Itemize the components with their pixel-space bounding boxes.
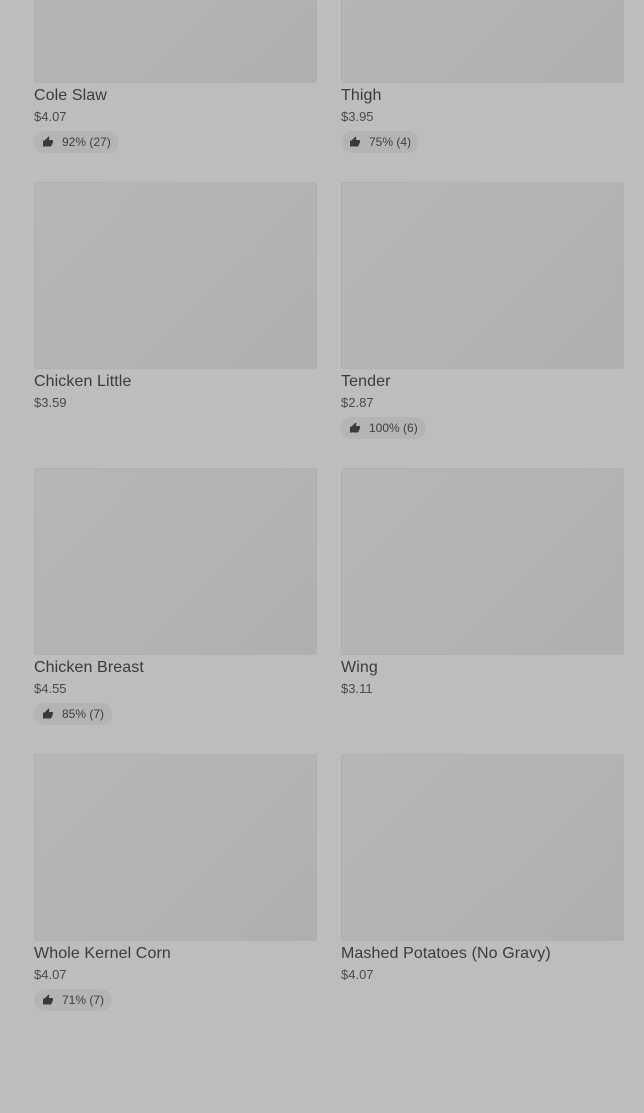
- thumbs-up-icon: [350, 136, 360, 147]
- rating-text: 92% (27): [62, 135, 111, 149]
- menu-item-name: Tender: [341, 373, 391, 390]
- rating-badge: 92% (27): [34, 131, 119, 153]
- menu-item-image[interactable]: [34, 468, 317, 655]
- menu-item-image[interactable]: [341, 182, 624, 369]
- menu-item-price: $4.07: [34, 967, 67, 982]
- menu-item-card[interactable]: Wing $3.11: [341, 468, 624, 754]
- menu-item-price: $3.11: [341, 681, 373, 696]
- rating-text: 75% (4): [369, 135, 412, 149]
- menu-item-name: Cole Slaw: [34, 87, 107, 104]
- menu-item-name: Thigh: [341, 87, 382, 104]
- menu-item-price: $4.07: [34, 109, 67, 124]
- menu-item-name: Mashed Potatoes (No Gravy): [341, 945, 551, 962]
- menu-item-card[interactable]: Chicken Breast $4.55 85% (7): [34, 468, 317, 754]
- rating-badge: 85% (7): [34, 703, 113, 725]
- menu-item-image[interactable]: [34, 182, 317, 369]
- menu-item-card[interactable]: Thigh $3.95 75% (4): [341, 0, 624, 182]
- menu-item-price: $3.95: [341, 109, 374, 124]
- rating-text: 100% (6): [369, 421, 418, 435]
- rating-text: 85% (7): [62, 707, 105, 721]
- thumbs-up-icon: [43, 708, 53, 719]
- menu-item-price: $4.07: [341, 967, 374, 982]
- menu-item-image[interactable]: [34, 0, 317, 83]
- menu-item-price: $3.59: [34, 395, 67, 410]
- menu-item-image[interactable]: [34, 754, 317, 941]
- thumbs-up-icon: [43, 136, 53, 147]
- menu-item-name: Whole Kernel Corn: [34, 945, 171, 962]
- menu-item-card[interactable]: Chicken Little $3.59: [34, 182, 317, 468]
- menu-item-image[interactable]: [341, 754, 624, 941]
- menu-item-name: Wing: [341, 659, 378, 676]
- rating-badge: 71% (7): [34, 989, 113, 1011]
- menu-item-card[interactable]: Tender $2.87 100% (6): [341, 182, 624, 468]
- thumbs-up-icon: [350, 422, 360, 433]
- menu-item-price: $4.55: [34, 681, 67, 696]
- menu-item-price: $2.87: [341, 395, 374, 410]
- menu-item-grid: Cole Slaw $4.07 92% (27) Thigh $3.95 75%…: [34, 0, 624, 1040]
- menu-item-image[interactable]: [341, 468, 624, 655]
- menu-item-image[interactable]: [341, 0, 624, 83]
- rating-text: 71% (7): [62, 993, 105, 1007]
- rating-badge: 75% (4): [341, 131, 420, 153]
- menu-item-card[interactable]: Cole Slaw $4.07 92% (27): [34, 0, 317, 182]
- menu-item-name: Chicken Breast: [34, 659, 144, 676]
- menu-item-name: Chicken Little: [34, 373, 132, 390]
- rating-badge: 100% (6): [341, 417, 426, 439]
- menu-item-card[interactable]: Whole Kernel Corn $4.07 71% (7): [34, 754, 317, 1040]
- thumbs-up-icon: [43, 994, 53, 1005]
- menu-item-card[interactable]: Mashed Potatoes (No Gravy) $4.07: [341, 754, 624, 1040]
